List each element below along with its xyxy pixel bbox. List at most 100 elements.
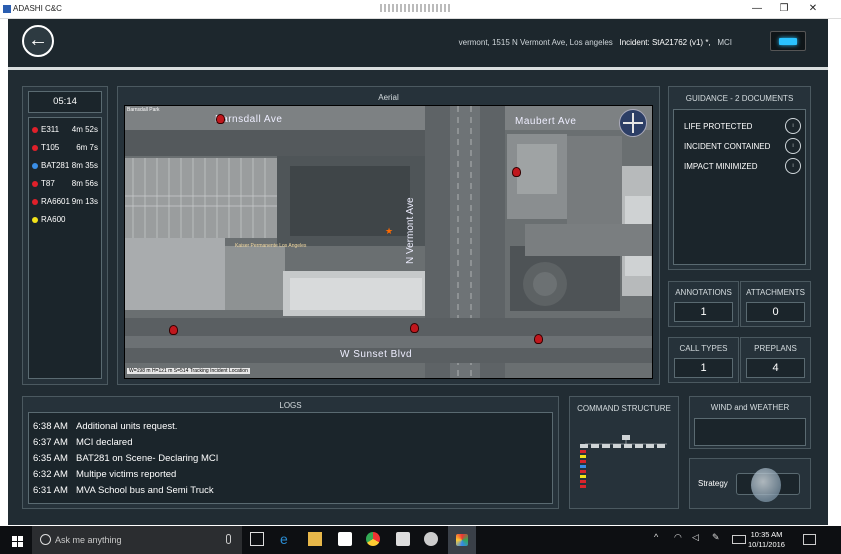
- incident-type: MCI: [717, 38, 732, 47]
- log-text: BAT281 on Scene- Declaring MCI: [76, 453, 219, 464]
- wind-weather-title: WIND and WEATHER: [710, 403, 790, 412]
- unit-status-dot: [32, 217, 38, 223]
- guidance-info-icon[interactable]: i: [785, 138, 801, 154]
- unit-row[interactable]: T87 8m 56s: [32, 178, 100, 190]
- close-button[interactable]: ✕: [800, 2, 826, 16]
- incident-timer: 05:14: [28, 91, 102, 113]
- unit-status-dot: [32, 127, 38, 133]
- log-text: MVA School bus and Semi Truck: [76, 485, 214, 496]
- compass-icon[interactable]: [619, 109, 647, 137]
- business-label: Kaiser Permanente Los Angeles: [235, 243, 307, 249]
- log-entry[interactable]: 6:37 AM MCI declared: [33, 437, 133, 448]
- unit-row[interactable]: E311 4m 52s: [32, 124, 100, 136]
- strategy-knob-icon: [751, 468, 781, 502]
- logs-title: LOGS: [279, 401, 302, 410]
- unit-name: RA6601: [41, 197, 70, 206]
- street-label-barnsdall: Barnsdall Ave: [215, 114, 283, 125]
- task-view-icon[interactable]: [250, 532, 264, 546]
- counter-label: ATTACHMENTS: [746, 288, 805, 297]
- guidance-info-icon[interactable]: i: [785, 118, 801, 134]
- unit-row[interactable]: RA6601 9m 13s: [32, 196, 100, 208]
- wind-weather-panel[interactable]: WIND and WEATHER: [689, 396, 811, 449]
- header-divider: [8, 67, 828, 70]
- annotations-counter[interactable]: ANNOTATIONS 1: [668, 281, 739, 327]
- log-entry[interactable]: 6:32 AM Multipe victims reported: [33, 469, 176, 480]
- unit-row[interactable]: BAT281 8m 35s: [32, 160, 100, 172]
- counter-label: CALL TYPES: [679, 344, 728, 353]
- app-window: ← vermont, 1515 N Vermont Ave, Los angel…: [8, 19, 828, 525]
- unit-status-dot: [32, 199, 38, 205]
- units-list: E311 4m 52s T105 6m 7s BAT281 8m 35s T87 8m …: [28, 117, 102, 379]
- guidance-item[interactable]: INCIDENT CONTAINED: [684, 142, 770, 151]
- guidance-info-icon[interactable]: i: [785, 158, 801, 174]
- status-indicator-button[interactable]: [770, 31, 806, 51]
- park-label: Barnsdall Park: [127, 107, 160, 113]
- unit-name: T105: [41, 143, 60, 152]
- window-titlebar: ADASHI C&C — ❐ ✕: [0, 0, 841, 19]
- call-types-counter[interactable]: CALL TYPES 1: [668, 337, 739, 383]
- guidance-list: LIFE PROTECTED i INCIDENT CONTAINED i IM…: [673, 109, 806, 265]
- notifications-icon[interactable]: [803, 534, 816, 545]
- unit-map-marker-icon[interactable]: [410, 323, 419, 333]
- log-time: 6:31 AM: [33, 485, 68, 496]
- preplans-counter[interactable]: PREPLANS 4: [740, 337, 811, 383]
- taskbar-clock[interactable]: 10:35 AM 10/11/2016: [748, 530, 785, 550]
- file-explorer-icon[interactable]: [308, 532, 322, 546]
- windows-start-icon[interactable]: [12, 534, 23, 552]
- map-scale: S=514: [173, 368, 189, 374]
- store-icon[interactable]: [338, 532, 352, 546]
- unit-map-marker-icon[interactable]: [512, 167, 521, 177]
- unit-time: 8m 35s: [71, 161, 98, 170]
- guidance-item[interactable]: LIFE PROTECTED: [684, 122, 752, 131]
- aerial-map[interactable]: Barnsdall Park Barnsdall Ave Maubert Ave…: [124, 105, 653, 379]
- counter-value: 0: [746, 302, 805, 322]
- log-entry[interactable]: 6:35 AM BAT281 on Scene- Declaring MCI: [33, 453, 218, 464]
- unit-row[interactable]: T105 6m 7s: [32, 142, 100, 154]
- unit-name: RA600: [41, 215, 66, 224]
- command-structure-panel[interactable]: COMMAND STRUCTURE: [569, 396, 679, 509]
- map-height: H=121 m: [151, 368, 173, 374]
- drag-grip[interactable]: [380, 4, 452, 12]
- edge-browser-icon[interactable]: e: [280, 532, 294, 546]
- pen-icon[interactable]: ✎: [712, 532, 726, 546]
- app-icon-generic[interactable]: [424, 532, 438, 546]
- taskbar-search[interactable]: Ask me anything: [32, 526, 242, 554]
- log-time: 6:32 AM: [33, 469, 68, 480]
- camera-icon[interactable]: [396, 532, 410, 546]
- unit-time: 6m 7s: [76, 143, 98, 152]
- adashi-app-icon[interactable]: [448, 526, 476, 554]
- log-entry[interactable]: 6:38 AM Additional units request.: [33, 421, 177, 432]
- unit-map-marker-icon[interactable]: [534, 334, 543, 344]
- attachments-counter[interactable]: ATTACHMENTS 0: [740, 281, 811, 327]
- counter-value: 1: [674, 302, 733, 322]
- log-time: 6:38 AM: [33, 421, 68, 432]
- wifi-icon[interactable]: ◠: [674, 532, 688, 546]
- back-button[interactable]: ←: [22, 25, 54, 57]
- incident-id: Incident: StA21762 (v1) *,: [619, 38, 711, 47]
- unit-row[interactable]: RA600: [32, 214, 100, 226]
- volume-icon[interactable]: ◁: [692, 532, 706, 546]
- log-time: 6:35 AM: [33, 453, 68, 464]
- microphone-icon[interactable]: [226, 534, 231, 544]
- strategy-toggle[interactable]: [736, 468, 800, 502]
- keyboard-icon[interactable]: [732, 535, 746, 544]
- status-light-icon: [779, 38, 797, 45]
- incident-star-icon[interactable]: ★: [385, 226, 393, 237]
- unit-status-dot: [32, 163, 38, 169]
- units-panel: 05:14 E311 4m 52s T105 6m 7s BAT281 8m 35s …: [22, 86, 108, 385]
- unit-map-marker-icon[interactable]: [216, 114, 225, 124]
- chevron-up-icon[interactable]: ^: [654, 532, 668, 546]
- log-entry[interactable]: 6:31 AM MVA School bus and Semi Truck: [33, 485, 214, 496]
- maximize-button[interactable]: ❐: [771, 2, 797, 16]
- incident-location: vermont, 1515 N Vermont Ave, Los angeles: [458, 38, 613, 47]
- guidance-panel: GUIDANCE - 2 DOCUMENTS LIFE PROTECTED i …: [668, 86, 811, 270]
- search-circle-icon: [40, 534, 51, 545]
- unit-map-marker-icon[interactable]: [169, 325, 178, 335]
- guidance-item[interactable]: IMPACT MINIMIZED: [684, 162, 757, 171]
- minimize-button[interactable]: —: [744, 2, 770, 16]
- unit-time: 9m 13s: [71, 197, 98, 206]
- strategy-label: Strategy: [698, 479, 728, 488]
- search-placeholder: Ask me anything: [55, 535, 122, 545]
- counter-value: 4: [746, 358, 805, 378]
- chrome-icon[interactable]: [366, 532, 380, 546]
